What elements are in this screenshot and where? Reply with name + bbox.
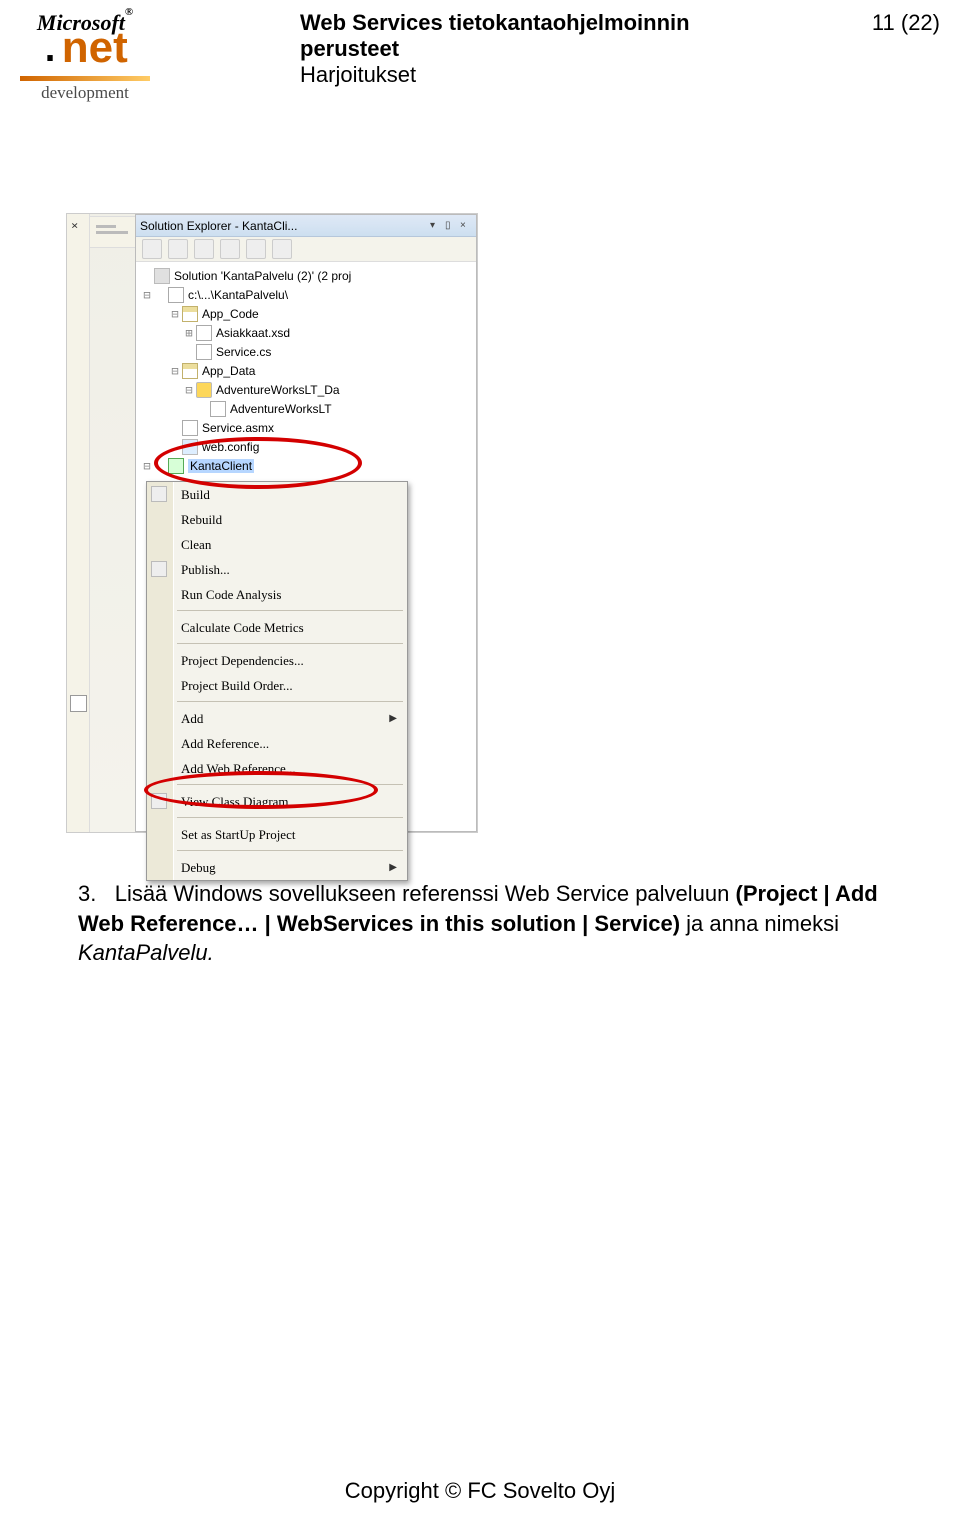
dotnet-logo: Microsoft® .net development	[10, 10, 160, 103]
footer-copyright: Copyright © FC Sovelto Oyj	[0, 1478, 960, 1504]
ide-screenshot: × Solution Explorer - KantaCli... ▾ ▯ ×	[66, 213, 478, 833]
menu-set-as-startup[interactable]: Set as StartUp Project	[147, 822, 407, 847]
context-menu: Build Rebuild Clean Publish... Run Code …	[146, 481, 408, 881]
menu-add[interactable]: Add▶	[147, 706, 407, 731]
menu-build[interactable]: Build	[147, 482, 407, 507]
menu-project-deps[interactable]: Project Dependencies...	[147, 648, 407, 673]
instruction-text: 3. Lisää Windows sovellukseen referenssi…	[78, 879, 900, 968]
menu-publish[interactable]: Publish...	[147, 557, 407, 582]
menu-run-code-analysis[interactable]: Run Code Analysis	[147, 582, 407, 607]
doc-header: Web Services tietokantaohjelmoinnin peru…	[160, 10, 872, 103]
solution-explorer-title: Solution Explorer - KantaCli... ▾ ▯ ×	[136, 215, 476, 237]
pin-icon: ▯	[445, 220, 457, 232]
dropdown-icon: ▾	[430, 220, 442, 232]
menu-rebuild[interactable]: Rebuild	[147, 507, 407, 532]
menu-view-class-diagram[interactable]: View Class Diagram	[147, 789, 407, 814]
solution-explorer-toolbar	[136, 237, 476, 262]
page-number: 11 (22)	[872, 10, 946, 103]
menu-clean[interactable]: Clean	[147, 532, 407, 557]
close-icon: ×	[460, 220, 472, 232]
menu-project-build-order[interactable]: Project Build Order...	[147, 673, 407, 698]
menu-add-web-reference[interactable]: Add Web Reference...	[147, 756, 407, 781]
solution-tree: Solution 'KantaPalvelu (2)' (2 proj ⊟c:\…	[136, 262, 476, 475]
menu-add-reference[interactable]: Add Reference...	[147, 731, 407, 756]
menu-calc-code-metrics[interactable]: Calculate Code Metrics	[147, 615, 407, 640]
menu-debug[interactable]: Debug▶	[147, 855, 407, 880]
close-icon: ×	[71, 219, 78, 233]
